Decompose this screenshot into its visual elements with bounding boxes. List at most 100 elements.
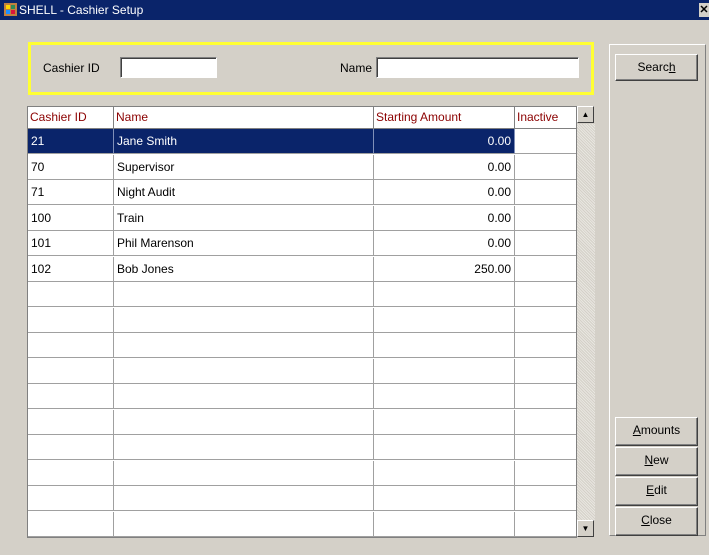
column-header-starting-amount[interactable]: Starting Amount [374, 107, 515, 129]
cell-cashier-id [28, 333, 114, 358]
table-row[interactable]: 71 Night Audit 0.00 [28, 180, 576, 205]
empty-table-row[interactable] [28, 282, 576, 307]
cell-starting-amount [374, 460, 515, 486]
cell-inactive [515, 180, 576, 205]
button-panel: Search Amounts New Edit Close [609, 44, 706, 536]
cell-starting-amount: 0.00 [374, 231, 515, 256]
cell-name [114, 435, 374, 460]
cell-inactive [515, 486, 576, 511]
table-row[interactable]: 102 Bob Jones 250.00 [28, 256, 576, 282]
cell-starting-amount: 250.00 [374, 256, 515, 282]
empty-table-row[interactable] [28, 511, 576, 537]
window-title: SHELL - Cashier Setup [19, 3, 144, 17]
cell-cashier-id [28, 435, 114, 460]
cell-name [114, 511, 374, 537]
cell-name [114, 460, 374, 486]
column-header-cashier-id[interactable]: Cashier ID [28, 107, 114, 129]
cell-name [114, 358, 374, 384]
cell-cashier-id [28, 460, 114, 486]
cell-name [114, 333, 374, 358]
empty-table-row[interactable] [28, 486, 576, 511]
cell-inactive [515, 129, 576, 154]
cell-cashier-id: 71 [28, 180, 114, 205]
scroll-down-arrow-icon[interactable]: ▼ [577, 520, 594, 537]
cell-starting-amount [374, 333, 515, 358]
new-button[interactable]: New [615, 447, 698, 476]
cell-inactive [515, 282, 576, 307]
cell-starting-amount: 0.00 [374, 205, 515, 231]
empty-table-row[interactable] [28, 358, 576, 384]
empty-table-row[interactable] [28, 435, 576, 460]
name-input[interactable] [376, 57, 579, 78]
cell-starting-amount: 0.00 [374, 180, 515, 205]
cell-inactive [515, 461, 576, 486]
cashier-id-input[interactable] [120, 57, 217, 78]
cell-cashier-id [28, 384, 114, 409]
close-icon[interactable]: ✕ [699, 3, 709, 17]
table-row[interactable]: 21 Jane Smith 0.00 [28, 129, 576, 154]
cell-inactive [515, 384, 576, 409]
column-header-inactive[interactable]: Inactive [515, 107, 576, 129]
cell-cashier-id [28, 307, 114, 333]
cell-starting-amount: 0.00 [374, 129, 515, 154]
scrollbar-track[interactable] [577, 124, 595, 520]
cell-cashier-id [28, 409, 114, 435]
cell-inactive [515, 206, 576, 231]
cell-starting-amount [374, 384, 515, 409]
cell-inactive [515, 333, 576, 358]
cell-name: Jane Smith [114, 129, 374, 154]
cell-starting-amount [374, 409, 515, 435]
empty-table-row[interactable] [28, 409, 576, 435]
close-button[interactable]: Close [615, 507, 698, 536]
title-bar: SHELL - Cashier Setup ✕ [0, 0, 709, 20]
cashier-id-label: Cashier ID [43, 61, 100, 75]
cell-name [114, 384, 374, 409]
cell-name [114, 409, 374, 435]
edit-button[interactable]: Edit [615, 477, 698, 506]
cell-name [114, 486, 374, 511]
cell-inactive [515, 257, 576, 282]
amounts-button[interactable]: Amounts [615, 417, 698, 446]
table-row[interactable]: 101 Phil Marenson 0.00 [28, 231, 576, 256]
search-button[interactable]: Search [615, 54, 698, 81]
cell-cashier-id: 70 [28, 154, 114, 180]
cell-inactive [515, 512, 576, 537]
cell-name [114, 307, 374, 333]
cell-cashier-id [28, 282, 114, 307]
empty-table-row[interactable] [28, 307, 576, 333]
cell-inactive [515, 359, 576, 384]
cell-name: Supervisor [114, 154, 374, 180]
cell-cashier-id: 101 [28, 231, 114, 256]
app-window-icon [4, 3, 17, 16]
empty-table-row[interactable] [28, 460, 576, 486]
cell-cashier-id: 21 [28, 129, 114, 154]
cell-cashier-id [28, 486, 114, 511]
scroll-up-arrow-icon[interactable]: ▲ [577, 106, 594, 123]
cell-starting-amount [374, 282, 515, 307]
empty-table-row[interactable] [28, 333, 576, 358]
cell-starting-amount [374, 435, 515, 460]
cell-starting-amount [374, 511, 515, 537]
table-row[interactable]: 100 Train 0.00 [28, 205, 576, 231]
cell-starting-amount: 0.00 [374, 154, 515, 180]
cell-name: Night Audit [114, 180, 374, 205]
cell-name: Train [114, 205, 374, 231]
cell-name [114, 282, 374, 307]
cashier-grid: Cashier ID Name Starting Amount Inactive… [27, 106, 577, 538]
grid-scrollbar[interactable]: ▲ ▼ [577, 106, 595, 538]
table-row[interactable]: 70 Supervisor 0.00 [28, 154, 576, 180]
cell-starting-amount [374, 486, 515, 511]
cell-inactive [515, 155, 576, 180]
cell-name: Bob Jones [114, 256, 374, 282]
cell-cashier-id: 100 [28, 205, 114, 231]
name-label: Name [340, 61, 373, 75]
cell-inactive [515, 410, 576, 435]
cell-starting-amount [374, 307, 515, 333]
cell-cashier-id: 102 [28, 256, 114, 282]
cell-cashier-id [28, 358, 114, 384]
cell-starting-amount [374, 358, 515, 384]
column-header-name[interactable]: Name [114, 107, 374, 129]
cell-cashier-id [28, 511, 114, 537]
cell-name: Phil Marenson [114, 231, 374, 256]
empty-table-row[interactable] [28, 384, 576, 409]
